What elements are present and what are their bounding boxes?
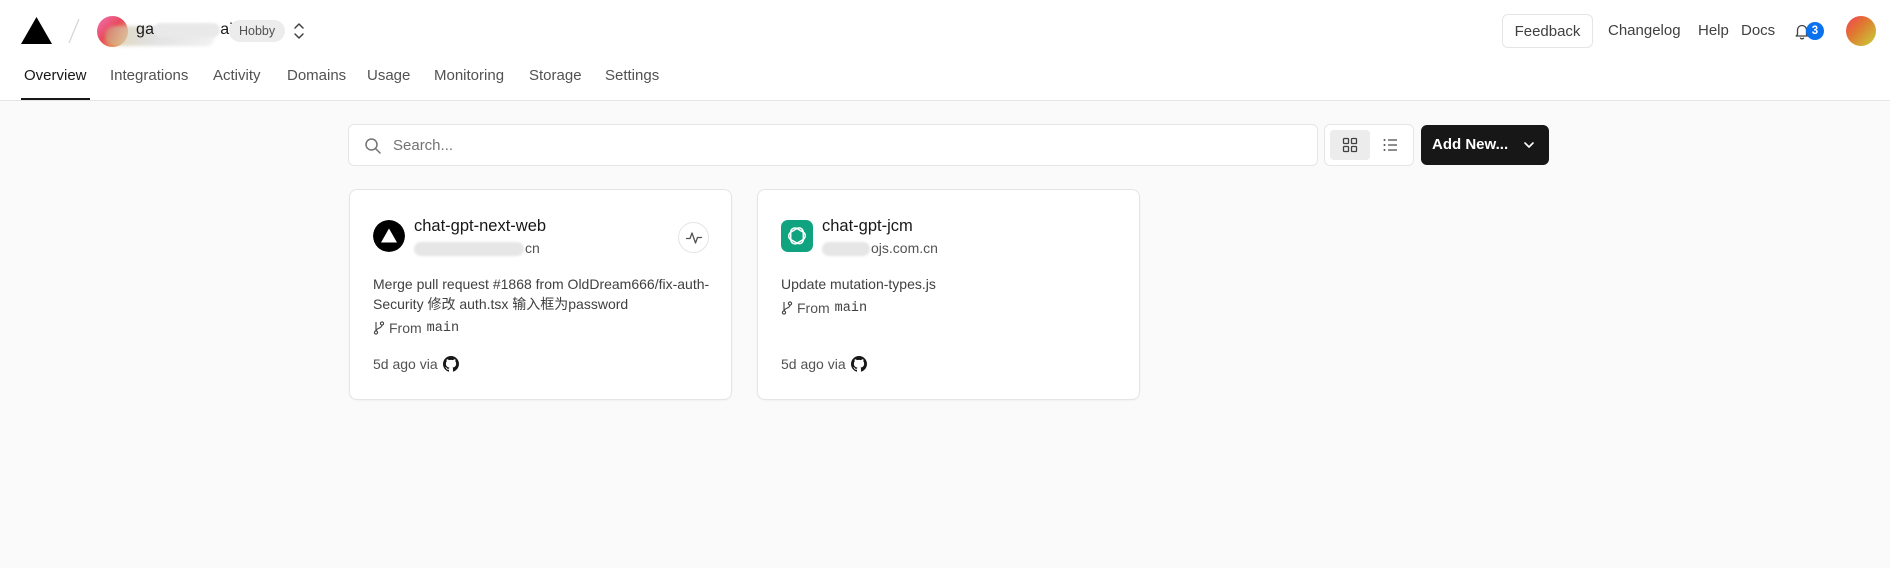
commit-message: Merge pull request #1868 from OldDream66… xyxy=(373,276,710,312)
branch-info: From main xyxy=(781,300,867,316)
openai-icon xyxy=(781,220,813,252)
feedback-button[interactable]: Feedback xyxy=(1502,14,1593,48)
redacted-text xyxy=(154,22,221,37)
project-domain[interactable]: ojs.com.cn xyxy=(822,240,938,257)
git-branch-icon xyxy=(781,301,793,315)
tab-settings[interactable]: Settings xyxy=(605,67,659,84)
project-name[interactable]: chat-gpt-next-web xyxy=(414,217,546,236)
tab-usage[interactable]: Usage xyxy=(367,67,410,84)
tab-domains[interactable]: Domains xyxy=(287,67,346,84)
add-new-button[interactable]: Add New... xyxy=(1421,125,1549,165)
vercel-logo-icon[interactable] xyxy=(21,17,52,44)
tab-monitoring[interactable]: Monitoring xyxy=(434,67,504,84)
project-card[interactable]: chat-gpt-jcm ojs.com.cn Update mutation-… xyxy=(757,189,1140,400)
pulse-icon xyxy=(685,231,702,244)
project-domain[interactable]: cn xyxy=(414,240,540,257)
vercel-triangle-icon xyxy=(373,220,405,252)
chevron-down-icon xyxy=(1524,142,1534,148)
user-avatar[interactable] xyxy=(1846,16,1876,46)
github-icon[interactable] xyxy=(850,356,867,372)
grid-icon xyxy=(1342,137,1358,153)
search-icon xyxy=(365,138,381,154)
commit-message: Update mutation-types.js xyxy=(781,276,936,292)
add-new-label: Add New... xyxy=(1432,136,1509,153)
redacted-text xyxy=(414,242,524,257)
grid-view-button[interactable] xyxy=(1330,130,1370,160)
branch-info: From main xyxy=(373,320,459,336)
git-branch-icon xyxy=(373,321,385,335)
search-input[interactable] xyxy=(393,131,1293,159)
help-link[interactable]: Help xyxy=(1698,22,1729,39)
plan-badge: Hobby xyxy=(229,20,286,42)
search-box[interactable] xyxy=(348,124,1318,166)
changelog-link[interactable]: Changelog xyxy=(1608,22,1681,39)
deploy-time: 5d ago via xyxy=(781,356,867,372)
view-toggle xyxy=(1324,124,1414,166)
tab-integrations[interactable]: Integrations xyxy=(110,67,188,84)
branch-name[interactable]: main xyxy=(835,301,867,316)
top-header: ga ai Hobby Feedback Changelog Help Docs … xyxy=(0,0,1890,101)
team-switcher-chevrons-icon[interactable] xyxy=(289,19,309,43)
list-icon xyxy=(1383,139,1397,151)
branch-name[interactable]: main xyxy=(427,321,459,336)
docs-link[interactable]: Docs xyxy=(1741,22,1775,39)
tab-overview[interactable]: Overview xyxy=(24,67,87,84)
redacted-text xyxy=(822,242,870,257)
openai-logo-icon xyxy=(788,227,806,245)
deploy-time: 5d ago via xyxy=(373,356,459,372)
tab-storage[interactable]: Storage xyxy=(529,67,582,84)
notification-count-badge: 3 xyxy=(1806,22,1824,40)
list-view-button[interactable] xyxy=(1370,130,1410,160)
activity-status-button[interactable] xyxy=(678,222,709,253)
project-card[interactable]: chat-gpt-next-web cn Merge pull request … xyxy=(349,189,732,400)
breadcrumb-separator xyxy=(68,18,80,44)
team-name[interactable]: ga ai xyxy=(136,21,233,39)
tab-activity[interactable]: Activity xyxy=(213,67,261,84)
project-name[interactable]: chat-gpt-jcm xyxy=(822,217,913,236)
active-tab-indicator xyxy=(21,98,90,100)
github-icon[interactable] xyxy=(442,356,459,372)
